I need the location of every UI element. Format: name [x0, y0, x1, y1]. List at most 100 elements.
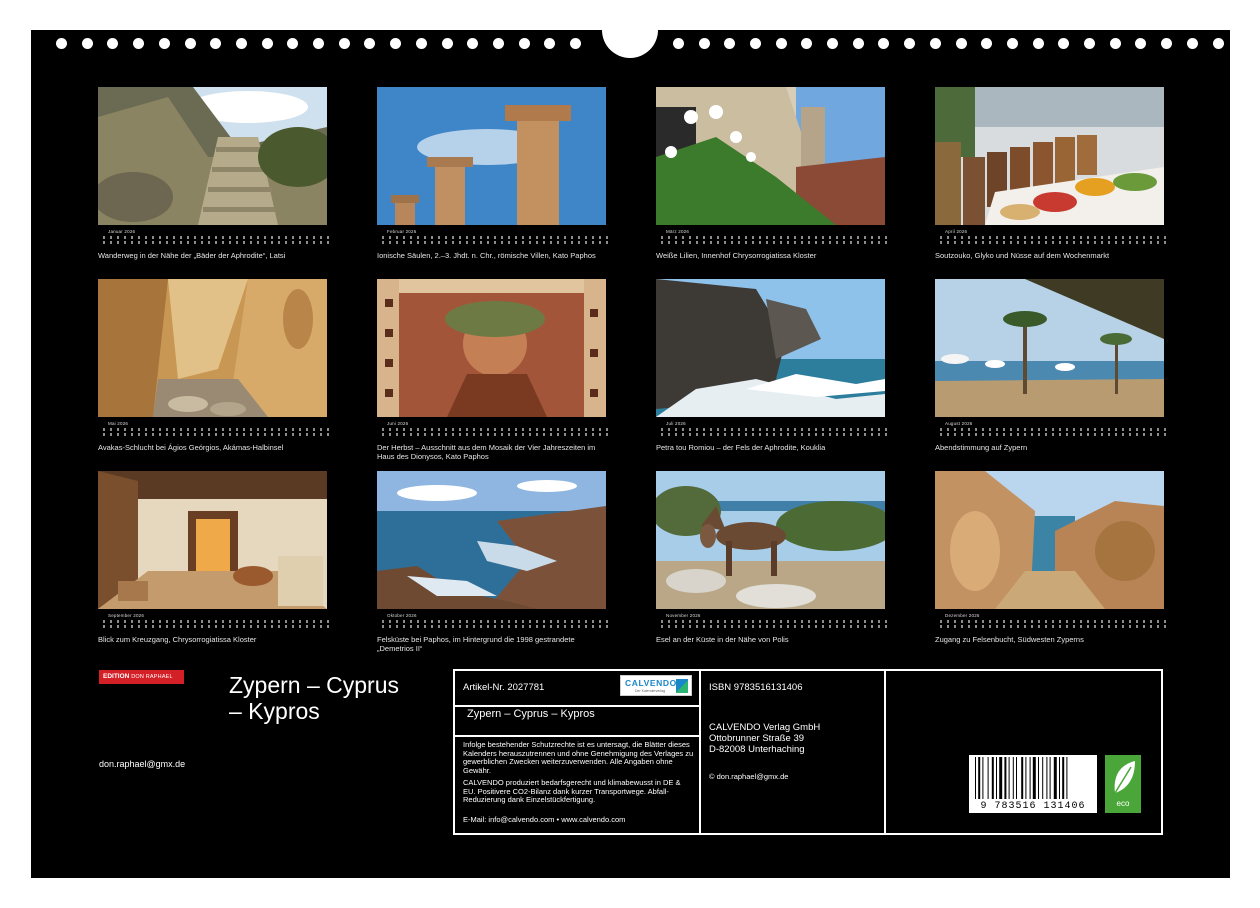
photo-caption: Felsküste bei Paphos, im Hintergrund die… [377, 635, 575, 653]
binding-hole [1161, 38, 1173, 49]
logo-tagline: Der Kalenderverlag [635, 689, 666, 693]
barcode-bar [1008, 757, 1010, 799]
barcode-bar [1029, 757, 1031, 799]
calendar-day-row [661, 428, 890, 431]
barcode-bars-icon [975, 757, 1068, 799]
binding-hole [313, 38, 324, 49]
month-label: Juli 2026 [666, 421, 686, 426]
month-label: August 2026 [945, 421, 973, 426]
photo-december [935, 471, 1164, 609]
calendar-back-sheet: Januar 2026 Wanderweg in der Nähe der „B… [31, 30, 1230, 878]
calendar-day-row [382, 428, 611, 431]
calvendo-logo: CALVENDO Der Kalenderverlag [620, 675, 692, 696]
publisher-name: CALVENDO Verlag GmbH [709, 722, 821, 733]
cover-title: Zypern – Cyprus – Kypros [229, 672, 400, 724]
publisher-street: Ottobrunner Straße 39 [709, 733, 805, 744]
binding-hole [492, 38, 504, 49]
binding-hole [878, 38, 890, 49]
binding-hole [775, 38, 787, 49]
divider [455, 705, 699, 707]
photo-caption: Der Herbst – Ausschnitt aus dem Mosaik d… [377, 443, 596, 461]
barcode-bar [975, 757, 976, 799]
author-email: don.raphael@gmx.de [99, 759, 186, 769]
binding-hole [698, 38, 710, 49]
barcode-bar [1012, 757, 1014, 799]
calendar-day-row [103, 620, 332, 623]
edition-author: DON RAPHAEL [131, 674, 173, 680]
barcode-bar [1004, 757, 1007, 799]
binding-hole [390, 38, 402, 49]
calvendo-mark-icon [676, 679, 688, 693]
month-label: Oktober 2026 [387, 613, 417, 618]
photo-caption: Avakas-Schlucht bei Ágios Geórgios, Akám… [98, 443, 284, 452]
month-label: Juni 2026 [387, 421, 409, 426]
eco-badge: eco [1105, 755, 1141, 813]
barcode-bar [1066, 757, 1068, 799]
hanger-cutout [602, 30, 658, 58]
calendar-day-row [103, 428, 332, 431]
binding-hole [1006, 38, 1018, 49]
photo-april [935, 87, 1164, 225]
binding-hole [827, 38, 838, 49]
calendar-date-row [382, 433, 611, 436]
calendar-day-row [661, 236, 890, 239]
binding-hole [929, 38, 941, 49]
binding-hole [81, 38, 93, 49]
binding-hole [364, 38, 376, 49]
barcode-bar [1032, 757, 1036, 799]
photo-caption: Wanderweg in der Nähe der „Bäder der Aph… [98, 251, 286, 260]
barcode-bar [987, 757, 989, 799]
barcode-bar [978, 757, 981, 799]
binding-hole [1186, 38, 1198, 49]
calendar-day-row [382, 620, 611, 623]
barcode-bar [1042, 757, 1044, 799]
calendar-date-row [661, 625, 890, 628]
climate-notice: CALVENDO produziert bedarfsgerecht und k… [463, 778, 681, 805]
binding-hole [904, 38, 916, 49]
calendar-title: Zypern – Cyprus – Kypros [467, 708, 595, 720]
calendar-day-row [940, 428, 1169, 431]
barcode-bar [1016, 757, 1017, 799]
binding-hole [570, 38, 581, 49]
photo-caption: Petra tou Romiou – der Fels der Aphrodit… [656, 443, 826, 452]
photo-january [98, 87, 327, 225]
photo-september [98, 471, 327, 609]
month-label: April 2026 [945, 229, 968, 234]
photo-march [656, 87, 885, 225]
edition-label: EDITION [103, 673, 130, 680]
month-label: Dezember 2026 [945, 613, 980, 618]
calendar-date-row [103, 625, 332, 628]
binding-hole [1212, 38, 1224, 49]
month-label: Mai 2026 [108, 421, 129, 426]
binding-hole [1135, 38, 1147, 49]
calendar-day-row [382, 236, 611, 239]
barcode-bar [991, 757, 994, 799]
barcode-bar [1021, 757, 1024, 799]
binding-hole [184, 38, 196, 49]
photo-june [377, 279, 606, 417]
contact-line: E-Mail: info@calvendo.com • www.calvendo… [463, 815, 626, 824]
month-label: Februar 2026 [387, 229, 417, 234]
binding-hole [801, 38, 813, 49]
barcode-bar [1038, 757, 1039, 799]
binding-hole [56, 38, 67, 49]
binding-hole [235, 38, 247, 49]
publisher-city: D-82008 Unterhaching [709, 744, 805, 755]
barcode-bar [982, 757, 984, 799]
photo-october [377, 471, 606, 609]
legal-notice: Infolge bestehender Schutzrechte ist es … [463, 740, 694, 775]
binding-hole [724, 38, 736, 49]
isbn: ISBN 9783516131406 [709, 682, 803, 693]
binding-hole [133, 38, 145, 49]
binding-hole [287, 38, 299, 49]
barcode-digits: 9 783516 131406 [980, 801, 1086, 812]
binding-hole [672, 38, 684, 49]
photo-caption: Abendstimmung auf Zypern [935, 443, 1028, 452]
calendar-day-row [661, 620, 890, 623]
binding-hole [955, 38, 967, 49]
publisher-info-box: Artikel-Nr. 2027781 CALVENDO Der Kalende… [453, 669, 1163, 835]
binding-hole [1109, 38, 1121, 49]
barcode-bar [999, 757, 1003, 799]
photo-caption: Zugang zu Felsenbucht, Südwesten Zyperns [935, 635, 1084, 644]
calendar-day-row [940, 620, 1169, 623]
